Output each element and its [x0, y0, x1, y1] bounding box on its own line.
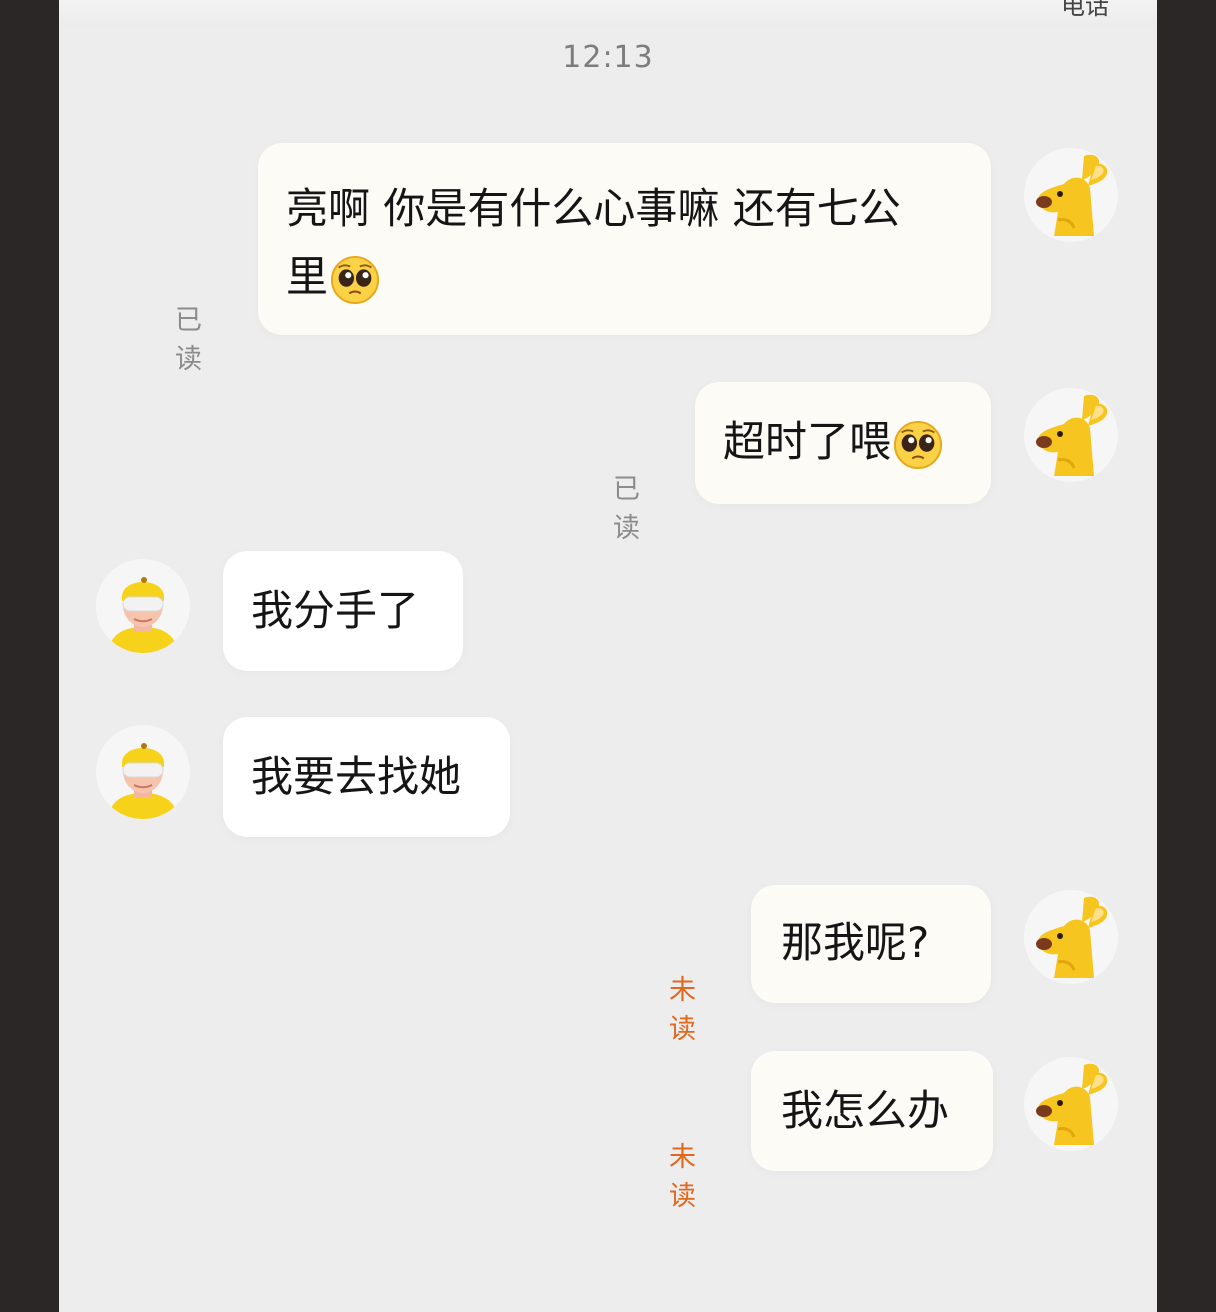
- pleading-face-emoji-icon: [330, 255, 380, 305]
- pleading-face-emoji-icon: [893, 420, 943, 470]
- kangaroo-avatar-icon[interactable]: [1024, 388, 1118, 482]
- message-bubble[interactable]: 我怎么办: [751, 1051, 993, 1171]
- call-button[interactable]: 电话: [1061, 0, 1109, 21]
- rider-avatar-icon[interactable]: [96, 725, 190, 819]
- message-bubble[interactable]: 亮啊 你是有什么心事嘛 还有七公 里: [258, 143, 991, 335]
- timestamp: 12:13: [562, 40, 654, 75]
- unread-status: 未读: [669, 975, 696, 1045]
- message-text: 超时了喂: [723, 417, 892, 466]
- chat-screen: 电话 12:13 已读 亮啊 你是有什么心事嘛 还有七公 里 已读 超时了喂 我…: [59, 0, 1157, 1312]
- message-bubble[interactable]: 我分手了: [223, 551, 463, 671]
- message-text: 里: [286, 252, 329, 301]
- message-text: 我要去找她: [251, 752, 462, 801]
- kangaroo-avatar-icon[interactable]: [1024, 890, 1118, 984]
- message-text: 我怎么办: [781, 1086, 950, 1135]
- read-status: 已读: [175, 305, 202, 375]
- header-bar: 电话: [59, 0, 1157, 26]
- message-text: 亮啊 你是有什么心事嘛 还有七公: [286, 184, 901, 233]
- message-bubble[interactable]: 我要去找她: [223, 717, 510, 837]
- kangaroo-avatar-icon[interactable]: [1024, 1057, 1118, 1151]
- message-bubble[interactable]: 那我呢?: [751, 885, 991, 1003]
- message-bubble[interactable]: 超时了喂: [695, 382, 991, 504]
- unread-status: 未读: [669, 1142, 696, 1212]
- kangaroo-avatar-icon[interactable]: [1024, 148, 1118, 242]
- read-status: 已读: [613, 474, 640, 544]
- message-text: 我分手了: [251, 586, 420, 635]
- rider-avatar-icon[interactable]: [96, 559, 190, 653]
- message-text: 那我呢?: [781, 918, 930, 967]
